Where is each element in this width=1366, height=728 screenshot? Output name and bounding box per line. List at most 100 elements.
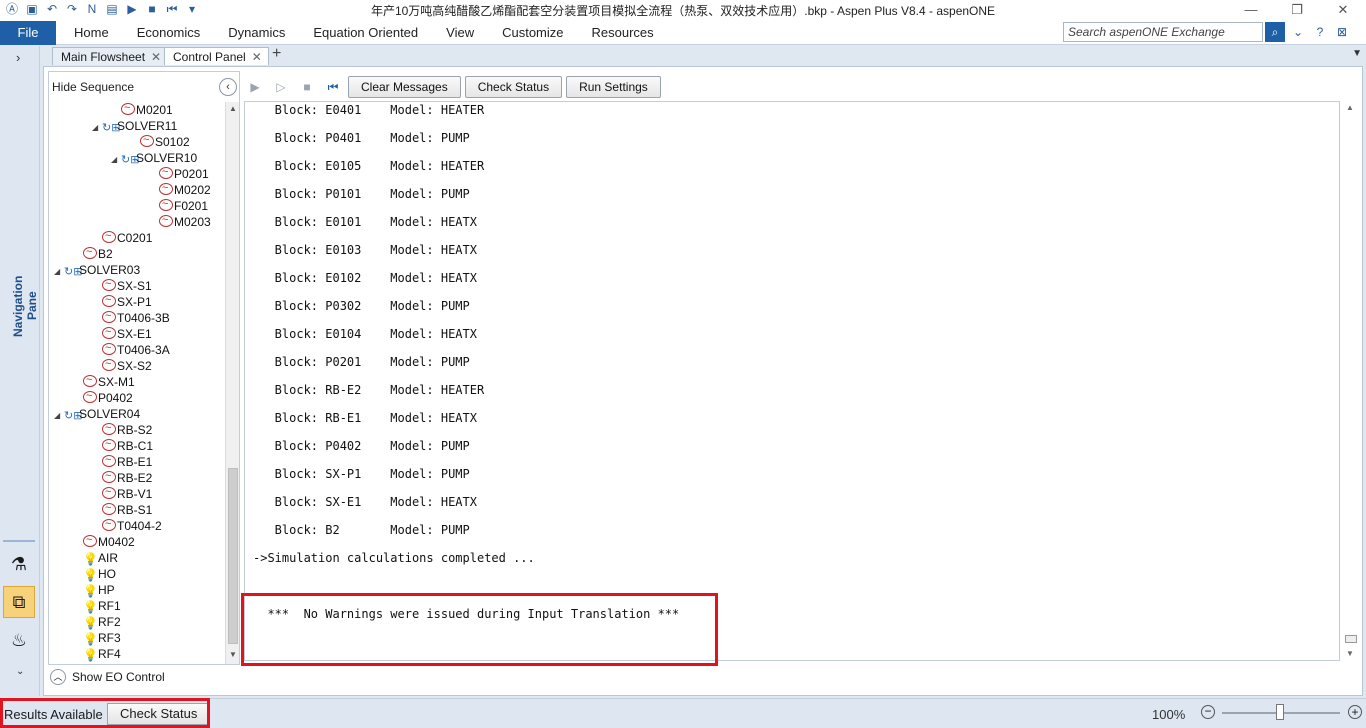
- tree-node-block[interactable]: RB-E2: [92, 468, 153, 486]
- stop-icon[interactable]: ■: [296, 76, 318, 98]
- close-tab-icon[interactable]: ✕: [252, 50, 262, 64]
- tree-node-block[interactable]: RB-E1: [92, 452, 152, 470]
- message-line: Block: P0101 Model: PUMP: [253, 187, 470, 201]
- tab-economics[interactable]: Economics: [123, 20, 215, 45]
- expand-toggle-icon[interactable]: ◢: [111, 152, 121, 168]
- check-status-button[interactable]: Check Status: [464, 76, 563, 98]
- tree-node-block[interactable]: RB-V1: [92, 484, 152, 502]
- tree-node-solver[interactable]: ◢ ↻⊞SOLVER11: [92, 118, 177, 134]
- expand-eo-icon[interactable]: ︿: [50, 669, 66, 685]
- energy-analysis-icon[interactable]: ♨: [3, 624, 35, 656]
- zoom-in-icon[interactable]: +: [1348, 705, 1362, 719]
- zoom-out-icon[interactable]: −: [1201, 705, 1215, 719]
- scroll-thumb[interactable]: [1345, 635, 1357, 643]
- tab-resources[interactable]: Resources: [578, 20, 668, 45]
- tree-node-label: M0201: [136, 103, 173, 117]
- document-tabs: Main Flowsheet ✕ Control Panel ✕ + ▼: [40, 45, 1366, 65]
- tree-node-block[interactable]: C0201: [92, 228, 152, 246]
- scroll-up-icon[interactable]: ▲: [226, 104, 240, 113]
- tree-node-label: RB-E2: [117, 471, 153, 485]
- tree-scrollbar[interactable]: ▲ ▼: [225, 102, 239, 664]
- block-icon: [102, 308, 116, 324]
- tree-node-bulb[interactable]: 💡RF4: [73, 646, 121, 662]
- search-icon[interactable]: ⌕: [1265, 22, 1285, 42]
- tree-node-block[interactable]: F0201: [149, 196, 208, 214]
- tree-node-block[interactable]: RB-S2: [92, 420, 152, 438]
- run-icon[interactable]: ▶: [244, 76, 266, 98]
- expand-toggle-icon[interactable]: ◢: [54, 408, 64, 424]
- tree-node-block[interactable]: T0406-3B: [92, 308, 170, 326]
- tree-node-block[interactable]: M0201: [111, 102, 173, 118]
- close-tab-icon[interactable]: ✕: [151, 50, 161, 64]
- messages-window[interactable]: Block: E0401 Model: HEATER Block: P0401 …: [244, 101, 1340, 661]
- tree-node-block[interactable]: T0406-3A: [92, 340, 170, 358]
- run-settings-button[interactable]: Run Settings: [566, 76, 661, 98]
- tree-node-block[interactable]: M0203: [149, 212, 211, 230]
- tree-node-block[interactable]: SX-E1: [92, 324, 152, 342]
- message-line: Block: B2 Model: PUMP: [253, 523, 470, 537]
- tree-node-block[interactable]: P0201: [149, 164, 209, 182]
- exchange-search-input[interactable]: Search aspenONE Exchange: [1063, 22, 1263, 42]
- tree-node-solver[interactable]: ◢ ↻⊞SOLVER10: [111, 150, 197, 166]
- scroll-thumb[interactable]: [228, 468, 238, 644]
- tab-equation-oriented[interactable]: Equation Oriented: [299, 20, 432, 45]
- tree-node-bulb[interactable]: 💡RF3: [73, 630, 121, 646]
- reset-icon[interactable]: ⏮: [322, 76, 344, 98]
- tree-node-block[interactable]: SX-S2: [92, 356, 152, 374]
- hide-sequence-label[interactable]: Hide Sequence: [52, 80, 134, 94]
- scroll-up-icon[interactable]: ▲: [1342, 103, 1358, 112]
- tree-node-bulb[interactable]: 💡RF2: [73, 614, 121, 630]
- expand-nav-icon[interactable]: ›: [16, 50, 20, 65]
- expand-ribbon-icon[interactable]: ⌄: [1290, 23, 1306, 41]
- step-icon[interactable]: ▷: [270, 76, 292, 98]
- tree-node-block[interactable]: S0102: [130, 132, 190, 150]
- tree-node-block[interactable]: RB-C1: [92, 436, 153, 454]
- scroll-down-icon[interactable]: ▼: [1342, 649, 1358, 658]
- tree-node-bulb[interactable]: 💡AIR: [73, 550, 118, 566]
- properties-flask-icon[interactable]: ⚗: [3, 548, 35, 580]
- expand-toggle-icon[interactable]: ◢: [54, 264, 64, 280]
- tree-node-block[interactable]: SX-M1: [73, 372, 135, 390]
- collapse-sequence-icon[interactable]: ‹: [219, 78, 237, 96]
- tree-node-block[interactable]: SX-P1: [92, 292, 152, 310]
- block-icon: [83, 244, 97, 260]
- tab-control-panel[interactable]: Control Panel ✕: [164, 47, 269, 65]
- ribbon-close-icon[interactable]: ⊠: [1334, 23, 1350, 41]
- tab-home[interactable]: Home: [60, 20, 123, 45]
- clear-messages-button[interactable]: Clear Messages: [348, 76, 461, 98]
- close-icon[interactable]: ✕: [1320, 0, 1366, 20]
- tab-main-flowsheet[interactable]: Main Flowsheet ✕: [52, 47, 169, 65]
- tree-node-bulb[interactable]: 💡RF1: [73, 598, 121, 614]
- scroll-down-icon[interactable]: ▼: [226, 650, 240, 659]
- tree-node-bulb[interactable]: 💡HP: [73, 582, 115, 598]
- eo-control-toggle[interactable]: ︿ Show EO Control: [50, 669, 165, 685]
- expand-toggle-icon[interactable]: ◢: [92, 120, 102, 136]
- add-tab-icon[interactable]: +: [272, 45, 281, 63]
- minimize-icon[interactable]: —: [1228, 0, 1274, 20]
- messages-scrollbar[interactable]: ▲ ▼: [1342, 101, 1358, 661]
- tree-node-block[interactable]: RB-S1: [92, 500, 152, 518]
- simulation-flowsheet-icon[interactable]: ⧉: [3, 586, 35, 618]
- tree-node-bulb[interactable]: 💡HO: [73, 566, 116, 582]
- restore-icon[interactable]: ❐: [1274, 0, 1320, 20]
- tree-node-label: SX-M1: [98, 375, 135, 389]
- tab-dropdown-icon[interactable]: ▼: [1352, 48, 1362, 59]
- nav-more-icon[interactable]: ⌄: [16, 666, 24, 677]
- tree-node-block[interactable]: P0402: [73, 388, 133, 406]
- tree-node-block[interactable]: SX-S1: [92, 276, 152, 294]
- zoom-slider-thumb[interactable]: [1276, 704, 1284, 720]
- tab-customize[interactable]: Customize: [488, 20, 577, 45]
- block-icon: [159, 164, 173, 180]
- tree-node-solver[interactable]: ◢ ↻⊞SOLVER03: [54, 262, 140, 278]
- navigation-pane-label[interactable]: Navigation Pane: [11, 261, 39, 351]
- tab-view[interactable]: View: [432, 20, 488, 45]
- tab-dynamics[interactable]: Dynamics: [214, 20, 299, 45]
- file-tab[interactable]: File: [0, 21, 56, 45]
- tree-node-label: SOLVER03: [79, 263, 141, 277]
- tree-node-solver[interactable]: ◢ ↻⊞SOLVER04: [54, 406, 140, 422]
- tree-node-block[interactable]: M0202: [149, 180, 211, 198]
- tree-node-block[interactable]: M0402: [73, 532, 135, 550]
- help-icon[interactable]: ?: [1312, 23, 1328, 41]
- tree-node-block[interactable]: B2: [73, 244, 113, 262]
- tree-node-block[interactable]: T0404-2: [92, 516, 162, 534]
